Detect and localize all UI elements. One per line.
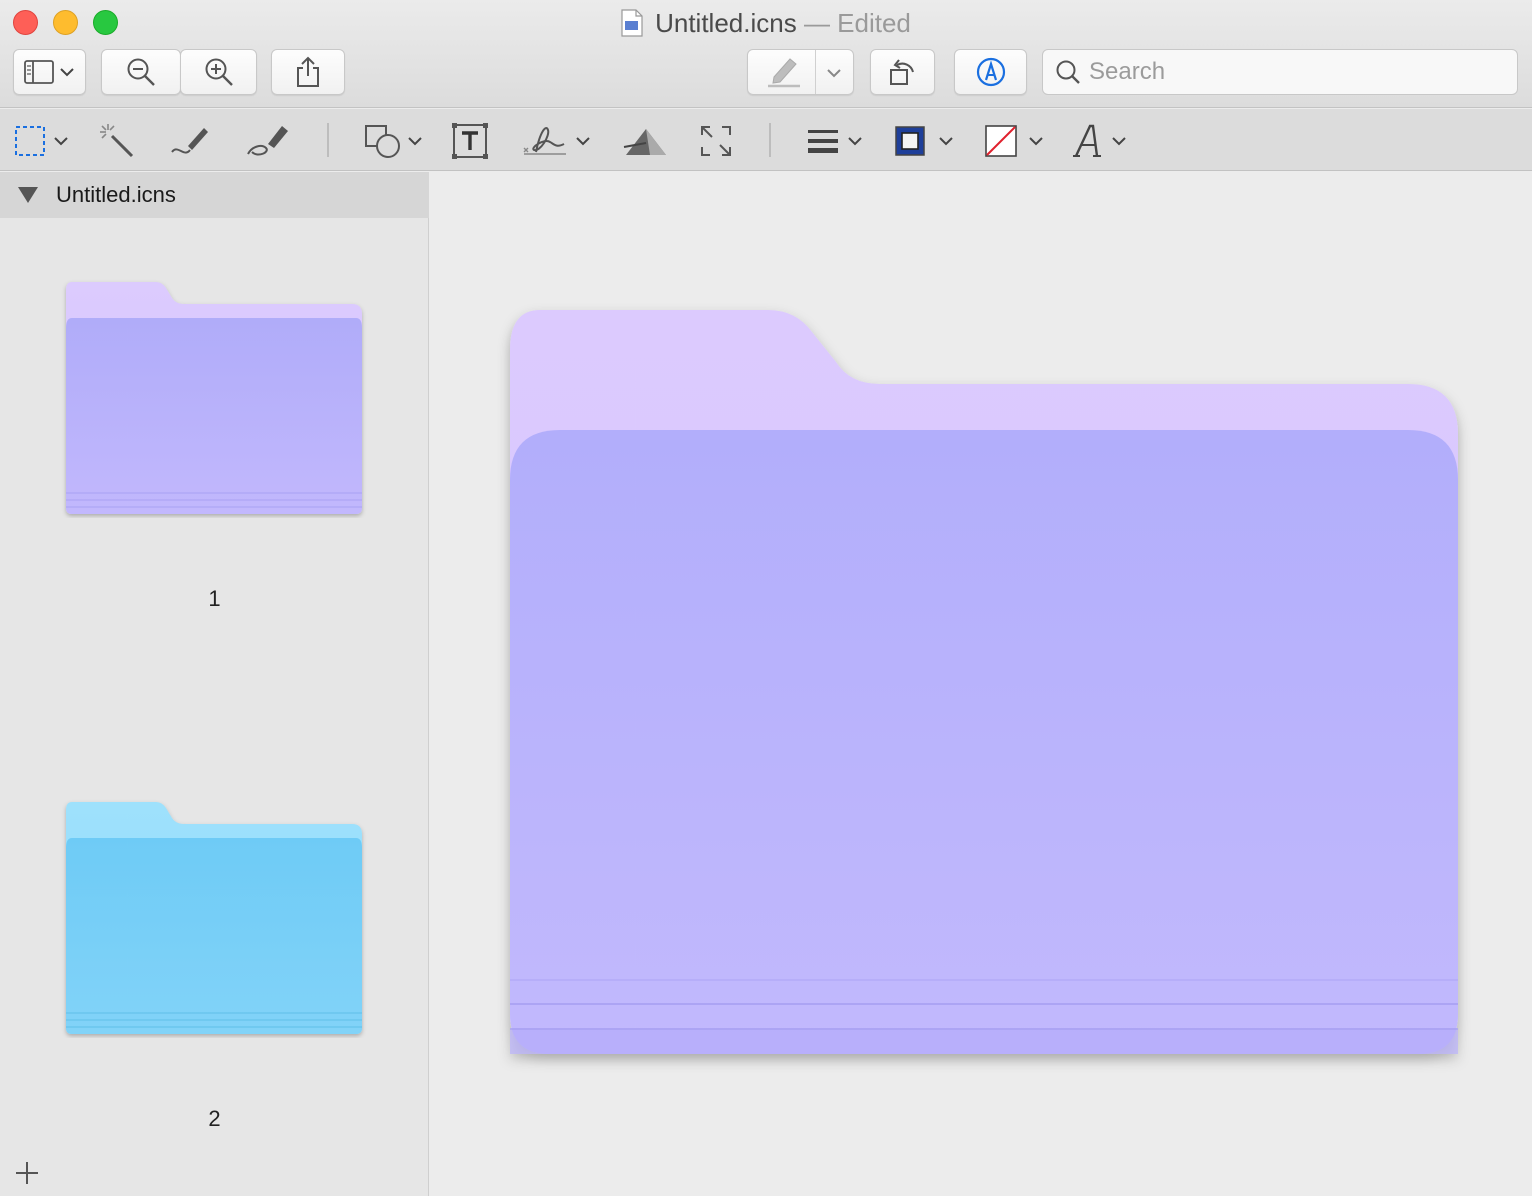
zoom-in-icon	[205, 58, 233, 86]
instant-alpha-button[interactable]	[98, 121, 136, 161]
rect-selection-icon	[15, 126, 45, 156]
chevron-down-icon	[408, 137, 422, 146]
chevron-down-icon	[1112, 137, 1126, 146]
zoom-out-button[interactable]	[101, 49, 181, 95]
draw-button[interactable]	[244, 121, 292, 161]
line-style-button[interactable]	[808, 121, 864, 161]
window-title-text: Untitled.icns	[655, 8, 797, 38]
chevron-down-icon	[848, 137, 862, 146]
sketch-icon	[171, 128, 208, 154]
chevron-down-icon	[827, 69, 841, 78]
folder-icon	[510, 310, 1458, 1054]
zoom-out-icon	[127, 58, 155, 86]
window-title: Untitled.icns — Edited	[0, 6, 1532, 40]
share-icon	[297, 56, 319, 87]
chevron-down-icon	[54, 137, 68, 146]
sidebar-file-name: Untitled.icns	[56, 182, 176, 207]
rotate-icon	[889, 59, 914, 85]
chevron-down-icon	[1029, 137, 1043, 146]
adjust-color-icon	[623, 129, 666, 155]
thumbnail-label: 1	[208, 586, 221, 611]
adjust-size-button[interactable]	[700, 121, 732, 161]
sign-button[interactable]	[522, 121, 592, 161]
folder-icon	[66, 802, 362, 1034]
highlight-icon	[768, 58, 800, 88]
view-menu-button[interactable]	[13, 49, 86, 95]
chevron-down-icon	[59, 68, 74, 77]
chevron-down-icon	[939, 137, 953, 146]
sidebar-header[interactable]: Untitled.icns	[0, 172, 429, 218]
border-color-icon	[895, 126, 925, 156]
rotate-button[interactable]	[870, 49, 935, 95]
text-box-button[interactable]	[452, 121, 488, 161]
thumbnail-label: 2	[208, 1106, 221, 1131]
document-icon	[621, 9, 643, 37]
toolbar-separator	[327, 123, 329, 157]
adjust-size-icon	[701, 126, 731, 156]
add-icon[interactable]	[14, 1160, 40, 1186]
text-style-icon	[1073, 124, 1101, 157]
shapes-icon	[365, 125, 400, 158]
instant-alpha-icon	[100, 124, 134, 158]
markup-toolbar	[0, 109, 1532, 171]
thumbnail-1[interactable]	[60, 278, 370, 523]
fill-color-button[interactable]	[985, 121, 1045, 161]
selection-tools-button[interactable]	[14, 121, 70, 161]
text-style-button[interactable]	[1072, 121, 1128, 161]
folder-icon	[66, 282, 362, 514]
markup-toolbar-button[interactable]	[954, 49, 1027, 95]
edited-indicator: — Edited	[796, 8, 911, 38]
adjust-color-button[interactable]	[622, 121, 670, 161]
highlight-button[interactable]	[747, 49, 854, 95]
search-input[interactable]	[1089, 52, 1489, 92]
markup-icon	[976, 57, 1005, 87]
draw-icon	[247, 126, 288, 156]
sign-icon	[523, 127, 566, 155]
border-color-button[interactable]	[895, 121, 955, 161]
disclosure-triangle-icon[interactable]	[18, 187, 38, 203]
fill-color-icon	[985, 125, 1017, 157]
search-icon	[1056, 60, 1080, 84]
sketch-button[interactable]	[168, 121, 212, 161]
share-button[interactable]	[271, 49, 345, 95]
sidebar-view-icon	[23, 60, 54, 84]
text-icon	[452, 123, 488, 159]
chevron-down-icon	[576, 137, 590, 146]
segment-divider	[815, 50, 816, 94]
shapes-button[interactable]	[364, 121, 424, 161]
title-bar: Untitled.icns — Edited	[0, 0, 1532, 108]
zoom-in-button[interactable]	[180, 49, 257, 95]
line-style-icon	[808, 130, 838, 153]
image-canvas[interactable]	[430, 172, 1532, 1196]
search-field[interactable]	[1042, 49, 1518, 95]
sidebar: Untitled.icns 1 2	[0, 172, 429, 1196]
thumbnail-2[interactable]	[60, 798, 370, 1043]
toolbar-separator	[769, 123, 771, 157]
